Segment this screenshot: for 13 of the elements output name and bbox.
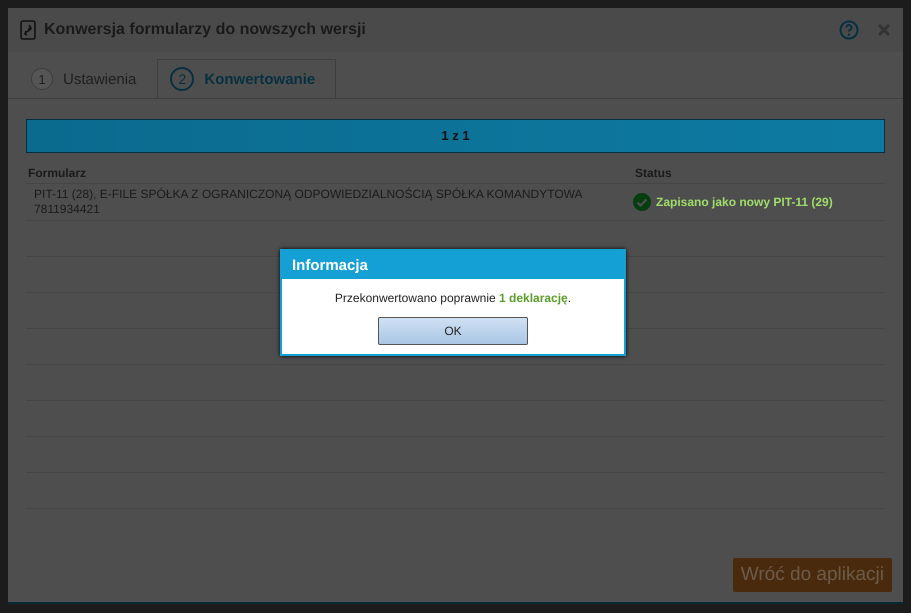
tab[interactable]: 2 Konwertowanie — [157, 59, 336, 98]
check-circle-icon — [633, 193, 651, 211]
status-text: Zapisano jako nowy PIT-11 (29) — [656, 194, 833, 210]
info-dialog-title: Informacja — [282, 251, 624, 279]
tab-label: Konwertowanie — [204, 70, 316, 88]
info-message: Przekonwertowano poprawnie 1 deklarację. — [334, 291, 572, 305]
step-number: 2 — [170, 67, 194, 91]
progress-label: 1 z 1 — [440, 127, 471, 145]
help-icon[interactable] — [839, 20, 859, 40]
document-icon — [20, 20, 36, 40]
ok-button[interactable]: OK — [378, 317, 528, 345]
close-icon[interactable] — [877, 23, 891, 37]
back-to-app-button[interactable]: Wróć do aplikacji — [732, 558, 892, 592]
